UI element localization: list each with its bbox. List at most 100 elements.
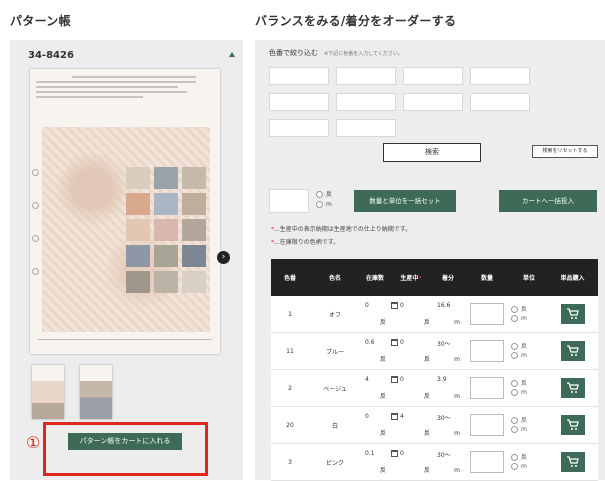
cart-icon bbox=[566, 345, 579, 356]
chakubun-cell: 30〜 m bbox=[433, 443, 463, 481]
unit-radio-tan[interactable]: 反 bbox=[511, 305, 547, 314]
annotation-marker: ① bbox=[26, 433, 41, 452]
color-number-input[interactable] bbox=[336, 119, 396, 137]
quantity-cell bbox=[463, 369, 511, 407]
col-stock: 在庫数 bbox=[361, 259, 389, 296]
calendar-icon bbox=[391, 413, 398, 420]
unit-radio-tan[interactable]: 反 bbox=[511, 453, 547, 462]
col-color-name: 色名 bbox=[309, 259, 361, 296]
quantity-input[interactable] bbox=[470, 303, 504, 325]
production-cell: 0反 bbox=[389, 443, 433, 481]
chakubun-cell: 30〜 m bbox=[433, 406, 463, 444]
thumbnail-2[interactable] bbox=[80, 365, 112, 419]
order-heading: バランスをみる/着分をオーダーする bbox=[255, 14, 457, 28]
search-button[interactable]: 検索 bbox=[383, 143, 481, 162]
color-number-input[interactable] bbox=[336, 93, 396, 111]
thumbnail-1[interactable] bbox=[32, 365, 64, 419]
pattern-book-panel: 34-8426 › パターン帳をカートに入れる bbox=[10, 40, 243, 480]
color-number-input[interactable] bbox=[470, 93, 530, 111]
color-name: 白 bbox=[309, 406, 361, 444]
col-quantity: 数量 bbox=[463, 259, 511, 296]
cart-icon bbox=[566, 308, 579, 319]
production-cell: 0反 bbox=[389, 296, 433, 333]
unit-radio-m[interactable]: m bbox=[511, 351, 547, 360]
calendar-icon bbox=[391, 339, 398, 346]
collapse-icon[interactable] bbox=[229, 52, 235, 57]
cart-icon bbox=[566, 382, 579, 393]
unit-cell: 反 m bbox=[511, 406, 547, 444]
quantity-input[interactable] bbox=[470, 414, 504, 436]
unit-radio-m[interactable]: m bbox=[511, 314, 547, 323]
color-name: ベージュ bbox=[309, 369, 361, 407]
stock-cell: 0反 bbox=[361, 296, 389, 333]
bulk-unit-radio-tan[interactable]: 反 bbox=[316, 189, 332, 198]
unit-radio-m[interactable]: m bbox=[511, 425, 547, 434]
col-chakubun: 着分 bbox=[433, 259, 463, 296]
color-number-input[interactable] bbox=[403, 93, 463, 111]
quantity-cell bbox=[463, 443, 511, 481]
add-to-cart-button[interactable] bbox=[560, 452, 585, 472]
pattern-book-image bbox=[30, 69, 220, 354]
stock-cell: 0.6 反 bbox=[361, 332, 389, 370]
note-stock-limited: *...在庫限りの色柄です。 bbox=[271, 239, 340, 246]
quantity-cell bbox=[463, 406, 511, 444]
filter-note: ※下記に色番を入力してください。 bbox=[324, 51, 403, 57]
table-row: 1 オフ 0反 0反 16.6 m 反 m bbox=[271, 296, 598, 333]
cart-icon bbox=[566, 419, 579, 430]
annotation-highlight-frame bbox=[43, 422, 208, 476]
quantity-input[interactable] bbox=[470, 340, 504, 362]
color-number-input[interactable] bbox=[470, 67, 530, 85]
product-table: 色番 色名 在庫数 生産中* 着分 数量 単位 単品購入 1 オフ 0反 0反 … bbox=[271, 259, 598, 481]
color-number: 2 bbox=[271, 369, 309, 407]
color-name: ピンク bbox=[309, 443, 361, 481]
stock-cell: 0.1 反 bbox=[361, 443, 389, 481]
single-purchase-cell bbox=[547, 296, 598, 333]
quantity-input[interactable] bbox=[470, 451, 504, 473]
note-production: *...生産中の表示納期は生産地での仕上り納期です。 bbox=[271, 226, 412, 233]
add-to-cart-button[interactable] bbox=[560, 304, 585, 324]
reset-search-button[interactable]: 検索をリセットする bbox=[532, 145, 598, 158]
color-number: 3 bbox=[271, 443, 309, 481]
quantity-input[interactable] bbox=[470, 377, 504, 399]
table-row: 11 ブルー 0.6 反 0反 30〜 m 反 m bbox=[271, 332, 598, 370]
unit-radio-tan[interactable]: 反 bbox=[511, 379, 547, 388]
quantity-cell bbox=[463, 296, 511, 333]
bulk-unit-radio-m[interactable]: m bbox=[316, 201, 332, 208]
sample-code: 34-8426 bbox=[28, 50, 74, 61]
calendar-icon bbox=[391, 450, 398, 457]
stock-cell: 0反 bbox=[361, 406, 389, 444]
color-number-input[interactable] bbox=[269, 67, 329, 85]
color-name: オフ bbox=[309, 296, 361, 333]
color-number: 1 bbox=[271, 296, 309, 333]
unit-cell: 反 m bbox=[511, 369, 547, 407]
production-cell: 0反 bbox=[389, 369, 433, 407]
swatch-grid bbox=[126, 167, 206, 293]
chakubun-cell: 16.6 m bbox=[433, 296, 463, 333]
cart-icon bbox=[566, 456, 579, 467]
filter-label: 色番で絞り込む ※下記に色番を入力してください。 bbox=[269, 49, 403, 57]
table-row: 20 白 0反 4反 30〜 m 反 m bbox=[271, 406, 598, 444]
add-to-cart-button[interactable] bbox=[560, 415, 585, 435]
bulk-quantity-input[interactable] bbox=[269, 189, 309, 213]
col-in-production: 生産中* bbox=[389, 259, 433, 296]
calendar-icon bbox=[391, 302, 398, 309]
stock-cell: 4反 bbox=[361, 369, 389, 407]
unit-radio-tan[interactable]: 反 bbox=[511, 416, 547, 425]
color-number-input[interactable] bbox=[269, 119, 329, 137]
color-number-input[interactable] bbox=[336, 67, 396, 85]
add-to-cart-button[interactable] bbox=[560, 378, 585, 398]
bulk-set-button[interactable]: 数量と単位を一括セット bbox=[354, 190, 456, 212]
chakubun-cell: 3.9 m bbox=[433, 369, 463, 407]
single-purchase-cell bbox=[547, 406, 598, 444]
color-number-input[interactable] bbox=[403, 67, 463, 85]
color-number-input[interactable] bbox=[269, 93, 329, 111]
unit-radio-m[interactable]: m bbox=[511, 462, 547, 471]
unit-radio-m[interactable]: m bbox=[511, 388, 547, 397]
next-image-icon[interactable]: › bbox=[217, 251, 230, 264]
color-number: 20 bbox=[271, 406, 309, 444]
add-to-cart-button[interactable] bbox=[560, 341, 585, 361]
bulk-add-to-cart-button[interactable]: カートへ一括投入 bbox=[499, 190, 597, 212]
table-row: 3 ピンク 0.1 反 0反 30〜 m 反 m bbox=[271, 443, 598, 481]
unit-radio-tan[interactable]: 反 bbox=[511, 342, 547, 351]
color-number: 11 bbox=[271, 332, 309, 370]
